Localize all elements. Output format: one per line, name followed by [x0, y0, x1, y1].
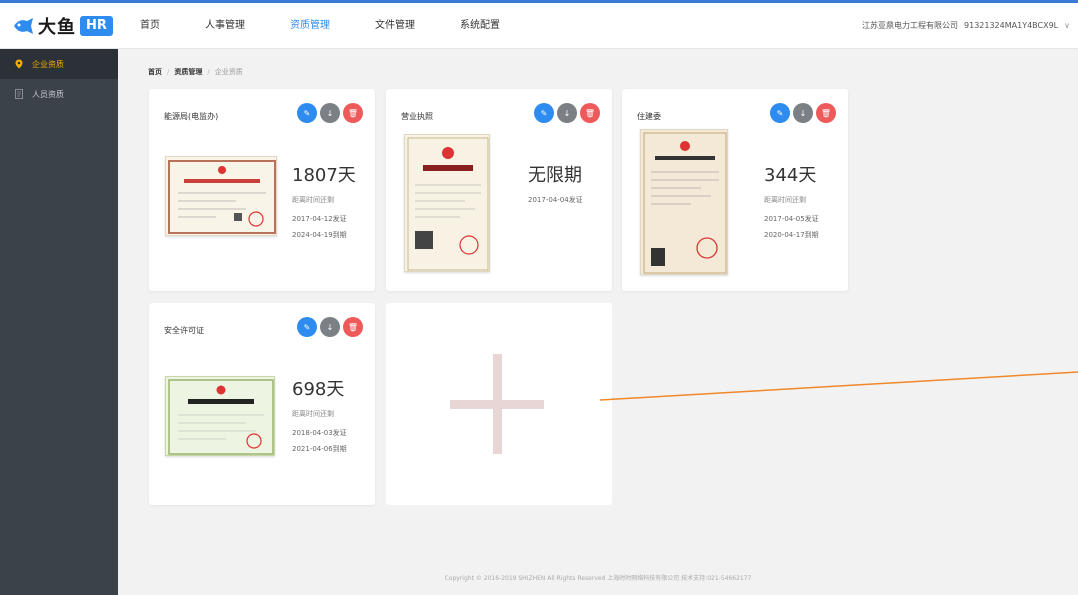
issue-date: 2017-04-05发证	[764, 215, 819, 223]
construction-qualification-certificate-icon	[641, 130, 727, 274]
issue-date: 2017-04-04发证	[528, 196, 583, 204]
main-nav: 首页 人事管理 资质管理 文件管理 系统配置	[140, 3, 545, 49]
edit-button[interactable]: ✎	[297, 317, 317, 337]
company-switcher[interactable]: 江苏亚鼎电力工程有限公司 91321324MA1Y4BCX9L ∨	[862, 3, 1070, 49]
top-header: 大鱼 HR 首页 人事管理 资质管理 文件管理 系统配置 江苏亚鼎电力工程有限公…	[0, 0, 1078, 49]
remaining-days: 1807天	[292, 165, 356, 186]
remaining-days: 无限期	[528, 165, 582, 186]
footer-copyright: Copyright © 2016-2019 SHIZHEN All Rights…	[444, 575, 752, 582]
card-actions: ✎ ↓ 🗑	[770, 103, 836, 123]
certificate-image[interactable]	[404, 134, 490, 272]
hr-badge: HR	[80, 16, 113, 36]
edit-button[interactable]: ✎	[770, 103, 790, 123]
expiry-date: 2020-04-17到期	[764, 231, 819, 239]
delete-button[interactable]: 🗑	[580, 103, 600, 123]
qualification-card: 安全许可证 ✎ ↓ 🗑 698天 距离时间还剩 2018-04-03发证 202…	[149, 303, 375, 505]
document-icon	[15, 89, 23, 99]
delete-button[interactable]: 🗑	[343, 103, 363, 123]
add-qualification-button[interactable]	[386, 303, 612, 505]
nav-home[interactable]: 首页	[140, 3, 160, 49]
remaining-note: 距离时间还剩	[292, 410, 334, 418]
power-license-certificate-icon	[166, 157, 276, 235]
breadcrumb-current: 企业资质	[214, 68, 243, 76]
main-content: 首页 / 资质管理 / 企业资质 能源局(电监办) ✎ ↓ 🗑 1807天 距离…	[118, 49, 1078, 595]
issue-date: 2018-04-03发证	[292, 429, 347, 437]
sidebar-item-label: 企业资质	[32, 59, 64, 69]
company-name: 江苏亚鼎电力工程有限公司	[862, 21, 959, 30]
card-actions: ✎ ↓ 🗑	[297, 103, 363, 123]
company-code: 91321324MA1Y4BCX9L	[964, 21, 1059, 30]
issue-date: 2017-04-12发证	[292, 215, 347, 223]
business-license-icon	[405, 135, 489, 271]
app-logo[interactable]: 大鱼 HR	[12, 13, 113, 39]
expiry-date: 2021-04-06到期	[292, 445, 347, 453]
remaining-note: 距离时间还剩	[764, 196, 806, 204]
delete-button[interactable]: 🗑	[816, 103, 836, 123]
edit-button[interactable]: ✎	[534, 103, 554, 123]
plus-icon-vertical	[493, 354, 502, 454]
qualification-card: 能源局(电监办) ✎ ↓ 🗑 1807天 距离时间还剩 2017-04-12发证…	[149, 89, 375, 291]
download-button[interactable]: ↓	[793, 103, 813, 123]
expiry-date: 2024-04-19到期	[292, 231, 347, 239]
certificate-image[interactable]	[165, 376, 275, 456]
card-actions: ✎ ↓ 🗑	[297, 317, 363, 337]
nav-qualification-management[interactable]: 资质管理	[290, 3, 330, 49]
location-pin-icon	[15, 59, 23, 69]
card-title: 营业执照	[401, 112, 433, 121]
nav-hr-management[interactable]: 人事管理	[205, 3, 245, 49]
sidebar-item-personnel-qualification[interactable]: 人员资质	[0, 79, 118, 109]
card-title: 住建委	[637, 112, 661, 121]
certificate-image[interactable]	[165, 156, 277, 236]
qualification-card: 住建委 ✎ ↓ 🗑 344天 距离时间还剩 2017-04-05发证 2020-…	[622, 89, 848, 291]
sidebar-item-label: 人员资质	[32, 89, 64, 99]
download-button[interactable]: ↓	[557, 103, 577, 123]
breadcrumb: 首页 / 资质管理 / 企业资质	[148, 68, 243, 76]
remaining-note: 距离时间还剩	[292, 196, 334, 204]
safety-permit-certificate-icon	[166, 377, 274, 455]
nav-file-management[interactable]: 文件管理	[375, 3, 415, 49]
remaining-days: 344天	[764, 165, 817, 186]
download-button[interactable]: ↓	[320, 317, 340, 337]
download-button[interactable]: ↓	[320, 103, 340, 123]
breadcrumb-section[interactable]: 资质管理	[174, 68, 202, 76]
qualification-card: 营业执照 ✎ ↓ 🗑 无限期 2017-04-04发证	[386, 89, 612, 291]
card-title: 安全许可证	[164, 326, 204, 335]
delete-button[interactable]: 🗑	[343, 317, 363, 337]
fish-logo-icon	[14, 18, 33, 34]
certificate-image[interactable]	[640, 129, 728, 275]
sidebar-item-company-qualification[interactable]: 企业资质	[0, 49, 118, 79]
nav-system-config[interactable]: 系统配置	[460, 3, 500, 49]
breadcrumb-home[interactable]: 首页	[148, 68, 162, 76]
brand-name: 大鱼	[38, 17, 76, 38]
card-actions: ✎ ↓ 🗑	[534, 103, 600, 123]
card-title: 能源局(电监办)	[164, 112, 219, 121]
sidebar: 企业资质 人员资质	[0, 49, 118, 595]
chevron-down-icon: ∨	[1064, 21, 1070, 30]
edit-button[interactable]: ✎	[297, 103, 317, 123]
remaining-days: 698天	[292, 379, 345, 400]
